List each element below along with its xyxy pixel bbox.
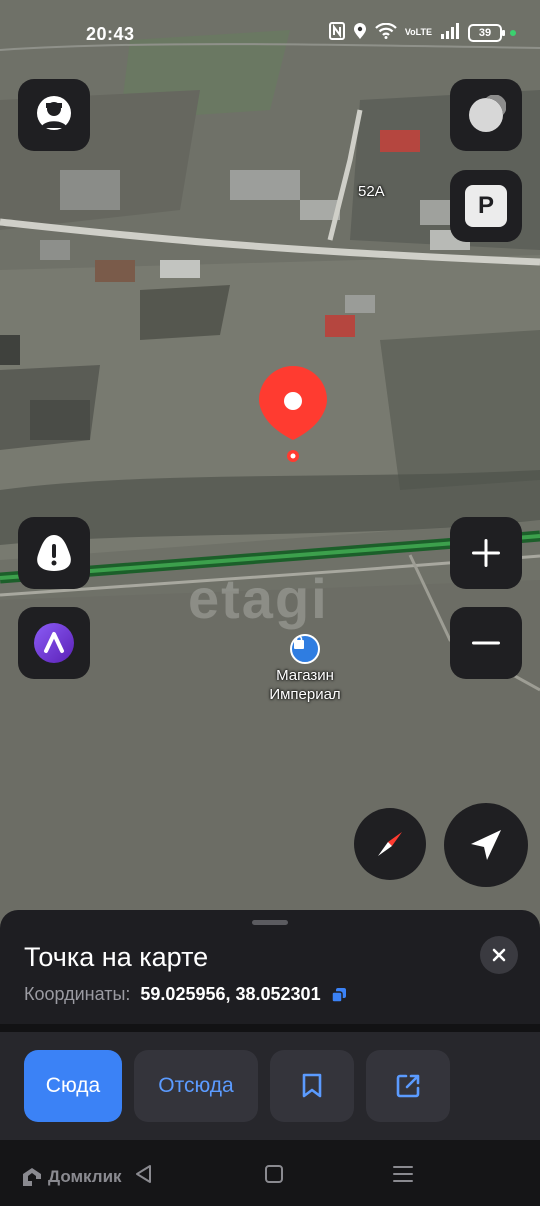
app-root: etagi 52A Магазин Империал 20:43 VoLTE 3… — [0, 0, 540, 1206]
layers-button[interactable] — [450, 79, 522, 151]
profile-icon — [37, 96, 71, 130]
domclick-logo-icon — [23, 1168, 41, 1186]
parking-icon: P — [465, 185, 507, 227]
nfc-icon — [328, 22, 345, 43]
status-bar: 20:43 VoLTE 39 — [0, 0, 540, 62]
status-icons: VoLTE 39 — [328, 22, 516, 43]
copy-icon[interactable] — [330, 987, 347, 1003]
menu-button[interactable] — [392, 1164, 414, 1189]
profile-button[interactable] — [18, 79, 90, 151]
route-from-button[interactable]: Отсюда — [134, 1050, 258, 1122]
sheet-divider — [0, 1024, 540, 1032]
coordinates-label: Координаты: — [24, 984, 131, 1004]
back-icon — [136, 1165, 151, 1183]
compass-icon — [378, 832, 402, 856]
sheet-drag-handle[interactable] — [252, 920, 288, 925]
brand-watermark: Домклик — [22, 1167, 122, 1187]
alice-icon — [34, 623, 74, 663]
shop-icon — [290, 634, 320, 664]
place-card-sheet: Точка на карте Координаты: 59.025956, 38… — [0, 910, 540, 1150]
report-incident-button[interactable] — [18, 517, 90, 589]
coordinates-value[interactable]: 59.025956, 38.052301 — [140, 984, 320, 1005]
layers-icon — [469, 95, 506, 132]
share-icon — [396, 1074, 420, 1098]
bookmark-icon — [302, 1073, 322, 1098]
brand-name: Домклик — [48, 1167, 122, 1186]
compass-button[interactable] — [354, 808, 426, 880]
signal-icon — [440, 23, 460, 42]
close-button[interactable] — [480, 936, 518, 974]
place-title: Точка на карте — [24, 942, 209, 972]
privacy-dot — [510, 29, 516, 36]
wifi-icon — [375, 22, 397, 42]
volte-label: VoLTE — [404, 27, 432, 37]
battery-icon: 39 — [468, 23, 505, 42]
zoom-in-button[interactable] — [450, 517, 522, 589]
zoom-out-icon — [472, 641, 500, 645]
home-icon — [265, 1165, 283, 1183]
menu-icon — [393, 1166, 413, 1182]
system-nav-bar: Домклик — [0, 1140, 540, 1206]
alert-icon — [37, 535, 71, 571]
my-location-button[interactable] — [444, 803, 528, 887]
zoom-in-icon — [472, 539, 500, 567]
parking-button[interactable]: P — [450, 170, 522, 242]
building-number-label: 52A — [358, 183, 385, 200]
share-button[interactable] — [366, 1050, 450, 1122]
locate-icon — [471, 830, 501, 860]
route-here-button[interactable]: Сюда — [24, 1050, 122, 1122]
alice-assistant-button[interactable] — [18, 607, 90, 679]
poi-name-line1: Магазин — [276, 667, 334, 684]
status-time: 20:43 — [86, 24, 135, 44]
coordinates-row: Координаты: 59.025956, 38.052301 — [24, 984, 347, 1005]
watermark: etagi — [188, 567, 329, 630]
poi-label: Магазин Империал — [250, 666, 360, 704]
bookmark-button[interactable] — [270, 1050, 354, 1122]
zoom-out-button[interactable] — [450, 607, 522, 679]
close-icon — [492, 948, 506, 962]
home-button[interactable] — [264, 1164, 284, 1189]
location-icon — [353, 22, 367, 43]
action-bar: Сюда Отсюда — [0, 1032, 540, 1140]
back-button[interactable] — [134, 1164, 154, 1189]
battery-level: 39 — [478, 26, 492, 39]
poi-name-line2: Империал — [269, 686, 341, 703]
